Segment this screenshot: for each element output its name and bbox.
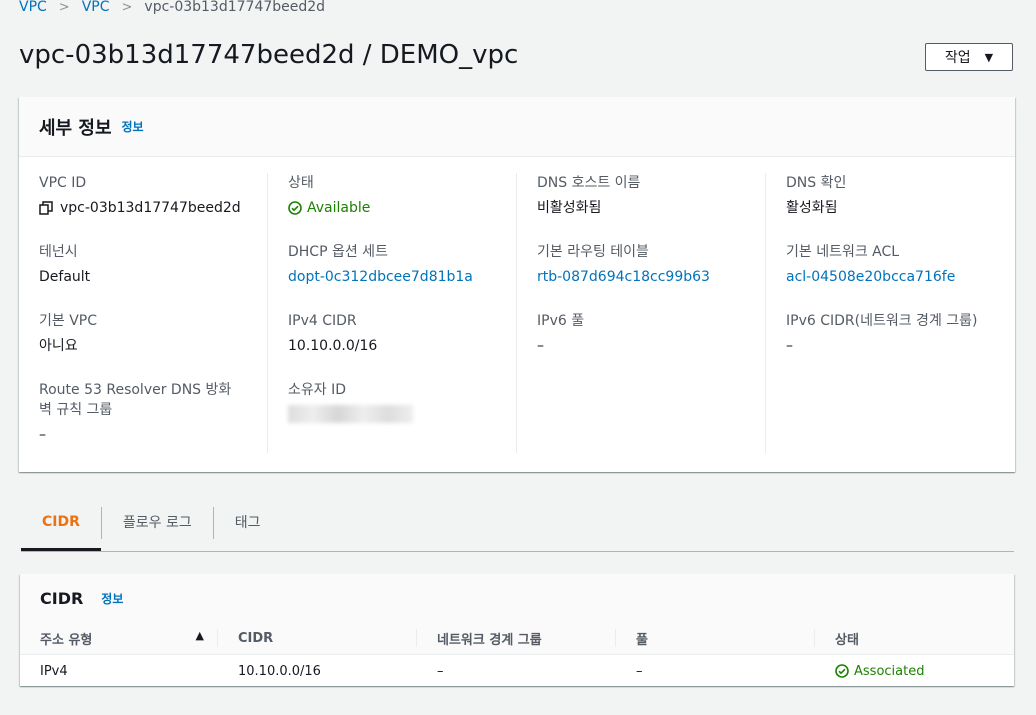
cell-pool: – bbox=[636, 663, 643, 679]
state-value: Available bbox=[307, 200, 371, 216]
details-columns: VPC ID vpc-03b13d17747beed2d 테넌시 Default… bbox=[19, 173, 1015, 453]
vpc-id-value-row: vpc-03b13d17747beed2d bbox=[39, 198, 267, 218]
main-acl-link[interactable]: acl-04508e20bcca716fe bbox=[786, 267, 1015, 287]
column-header-status-label: 상태 bbox=[835, 632, 859, 648]
cidr-table: 주소 유형 ▲ CIDR 네트워크 경계 그룹 풀 상태 IPv4 10.10.… bbox=[20, 622, 1014, 687]
field-vpc-id: VPC ID vpc-03b13d17747beed2d bbox=[39, 173, 267, 218]
owner-value-row bbox=[288, 405, 516, 423]
page-title: vpc-03b13d17747beed2d / DEMO_vpc bbox=[19, 40, 519, 70]
field-dhcp: DHCP 옵션 세트 dopt-0c312dbcee7d81b1a bbox=[288, 242, 516, 287]
chevron-right-icon: > bbox=[121, 0, 133, 15]
cell-status: Associated bbox=[815, 655, 1014, 688]
cell-network-border-group: – bbox=[437, 663, 444, 679]
column-header-network-border-group-label: 네트워크 경계 그룹 bbox=[437, 632, 542, 648]
field-dns-resolution: DNS 확인 활성화됨 bbox=[786, 173, 1015, 218]
field-main-route-table: 기본 라우팅 테이블 rtb-087d694c18cc99b63 bbox=[537, 242, 765, 287]
check-circle-icon bbox=[835, 664, 849, 678]
tenancy-value: Default bbox=[39, 269, 91, 285]
ipv6-cidr-value: – bbox=[786, 338, 793, 354]
state-label: 상태 bbox=[288, 175, 314, 191]
column-header-pool-label: 풀 bbox=[636, 632, 648, 648]
ipv4-label: IPv4 CIDR bbox=[288, 313, 357, 329]
details-panel-header: 세부 정보 정보 bbox=[19, 97, 1015, 157]
details-column-2: 상태 Available DHCP 옵션 세트 dopt-0c312dbcee7… bbox=[268, 173, 517, 453]
dns-resolution-label: DNS 확인 bbox=[786, 175, 847, 191]
vpc-id-label: VPC ID bbox=[39, 175, 87, 191]
dns-hostname-label: DNS 호스트 이름 bbox=[537, 175, 641, 191]
details-panel: 세부 정보 정보 VPC ID vpc-03b13d17747beed2d 테넌… bbox=[19, 97, 1015, 472]
owner-label: 소유자 ID bbox=[288, 382, 346, 398]
column-header-cidr-label: CIDR bbox=[238, 630, 274, 646]
check-circle-icon bbox=[288, 201, 302, 215]
tenancy-label: 테넌시 bbox=[39, 244, 78, 260]
ipv6-pool-label: IPv6 풀 bbox=[537, 313, 585, 329]
tab-list: CIDR 플로우 로그 태그 bbox=[21, 503, 1014, 552]
cidr-panel: CIDR 정보 주소 유형 ▲ CIDR 네트워크 경계 그룹 풀 상태 IPv… bbox=[20, 574, 1014, 686]
status-value: Associated bbox=[854, 663, 925, 679]
table-row: IPv4 10.10.0.0/16 – – Associated bbox=[20, 655, 1014, 688]
details-column-1: VPC ID vpc-03b13d17747beed2d 테넌시 Default… bbox=[19, 173, 268, 453]
main-route-table-label: 기본 라우팅 테이블 bbox=[537, 244, 649, 260]
dhcp-label: DHCP 옵션 세트 bbox=[288, 244, 388, 260]
vpc-id-value: vpc-03b13d17747beed2d bbox=[60, 200, 241, 216]
main-route-table-link[interactable]: rtb-087d694c18cc99b63 bbox=[537, 267, 765, 287]
status-row: Associated bbox=[835, 664, 998, 679]
details-column-4: DNS 확인 활성화됨 기본 네트워크 ACL acl-04508e20bcca… bbox=[766, 173, 1015, 453]
cidr-info-link[interactable]: 정보 bbox=[101, 590, 123, 607]
tab-flow-logs[interactable]: 플로우 로그 bbox=[102, 503, 213, 541]
column-header-cidr[interactable]: CIDR bbox=[218, 622, 417, 655]
field-ipv4: IPv4 CIDR 10.10.0.0/16 bbox=[288, 311, 516, 356]
field-ipv6-cidr: IPv6 CIDR(네트워크 경계 그룹) – bbox=[786, 311, 1015, 356]
field-ipv6-pool: IPv6 풀 – bbox=[537, 311, 765, 356]
field-route53: Route 53 Resolver DNS 방화벽 규칙 그룹 – bbox=[39, 380, 267, 445]
column-header-status[interactable]: 상태 bbox=[815, 622, 1014, 655]
tab-tags[interactable]: 태그 bbox=[214, 503, 282, 541]
redacted-owner-id bbox=[288, 405, 413, 423]
details-info-link[interactable]: 정보 bbox=[122, 118, 144, 135]
actions-button[interactable]: 작업 ▼ bbox=[925, 43, 1013, 71]
field-default-vpc: 기본 VPC 아니요 bbox=[39, 311, 267, 356]
field-owner: 소유자 ID bbox=[288, 380, 516, 423]
field-dns-hostname: DNS 호스트 이름 비활성화됨 bbox=[537, 173, 765, 218]
dns-hostname-value: 비활성화됨 bbox=[537, 200, 602, 216]
details-heading: 세부 정보 bbox=[39, 117, 112, 139]
field-main-acl: 기본 네트워크 ACL acl-04508e20bcca716fe bbox=[786, 242, 1015, 287]
state-value-row: Available bbox=[288, 198, 516, 218]
column-header-address-type[interactable]: 주소 유형 ▲ bbox=[20, 622, 218, 655]
column-header-address-type-label: 주소 유형 bbox=[40, 632, 93, 648]
route53-label: Route 53 Resolver DNS 방화벽 규칙 그룹 bbox=[39, 382, 232, 418]
dhcp-link[interactable]: dopt-0c312dbcee7d81b1a bbox=[288, 267, 516, 287]
cidr-table-header-row: 주소 유형 ▲ CIDR 네트워크 경계 그룹 풀 상태 bbox=[20, 622, 1014, 655]
field-tenancy: 테넌시 Default bbox=[39, 242, 267, 287]
chevron-right-icon: > bbox=[58, 0, 70, 15]
dns-resolution-value: 활성화됨 bbox=[786, 200, 838, 216]
route53-value: – bbox=[39, 427, 46, 443]
default-vpc-label: 기본 VPC bbox=[39, 313, 98, 329]
cell-cidr: 10.10.0.0/16 bbox=[238, 663, 321, 679]
breadcrumb-link-vpc[interactable]: VPC bbox=[82, 0, 110, 15]
actions-button-label: 작업 bbox=[944, 50, 971, 66]
cell-address-type: IPv4 bbox=[40, 663, 68, 679]
details-column-3: DNS 호스트 이름 비활성화됨 기본 라우팅 테이블 rtb-087d694c… bbox=[517, 173, 766, 453]
breadcrumb-link-vpc-home[interactable]: VPC bbox=[19, 0, 47, 15]
ipv6-cidr-label: IPv6 CIDR(네트워크 경계 그룹) bbox=[786, 313, 978, 329]
column-header-pool[interactable]: 풀 bbox=[616, 622, 815, 655]
cidr-panel-header: CIDR 정보 bbox=[20, 574, 1014, 622]
field-state: 상태 Available bbox=[288, 173, 516, 218]
ipv6-pool-value: – bbox=[537, 338, 544, 354]
sort-ascending-icon[interactable]: ▲ bbox=[196, 629, 204, 642]
ipv4-value: 10.10.0.0/16 bbox=[288, 338, 378, 354]
default-vpc-value: 아니요 bbox=[39, 338, 78, 354]
breadcrumb-current: vpc-03b13d17747beed2d bbox=[144, 0, 326, 15]
cidr-heading: CIDR bbox=[40, 588, 84, 608]
caret-down-icon: ▼ bbox=[984, 50, 994, 64]
column-header-network-border-group[interactable]: 네트워크 경계 그룹 bbox=[417, 622, 616, 655]
main-acl-label: 기본 네트워크 ACL bbox=[786, 244, 900, 260]
tab-cidr[interactable]: CIDR bbox=[21, 503, 101, 551]
breadcrumb: VPC > VPC > vpc-03b13d17747beed2d bbox=[19, 0, 325, 15]
copy-icon[interactable] bbox=[39, 201, 53, 215]
